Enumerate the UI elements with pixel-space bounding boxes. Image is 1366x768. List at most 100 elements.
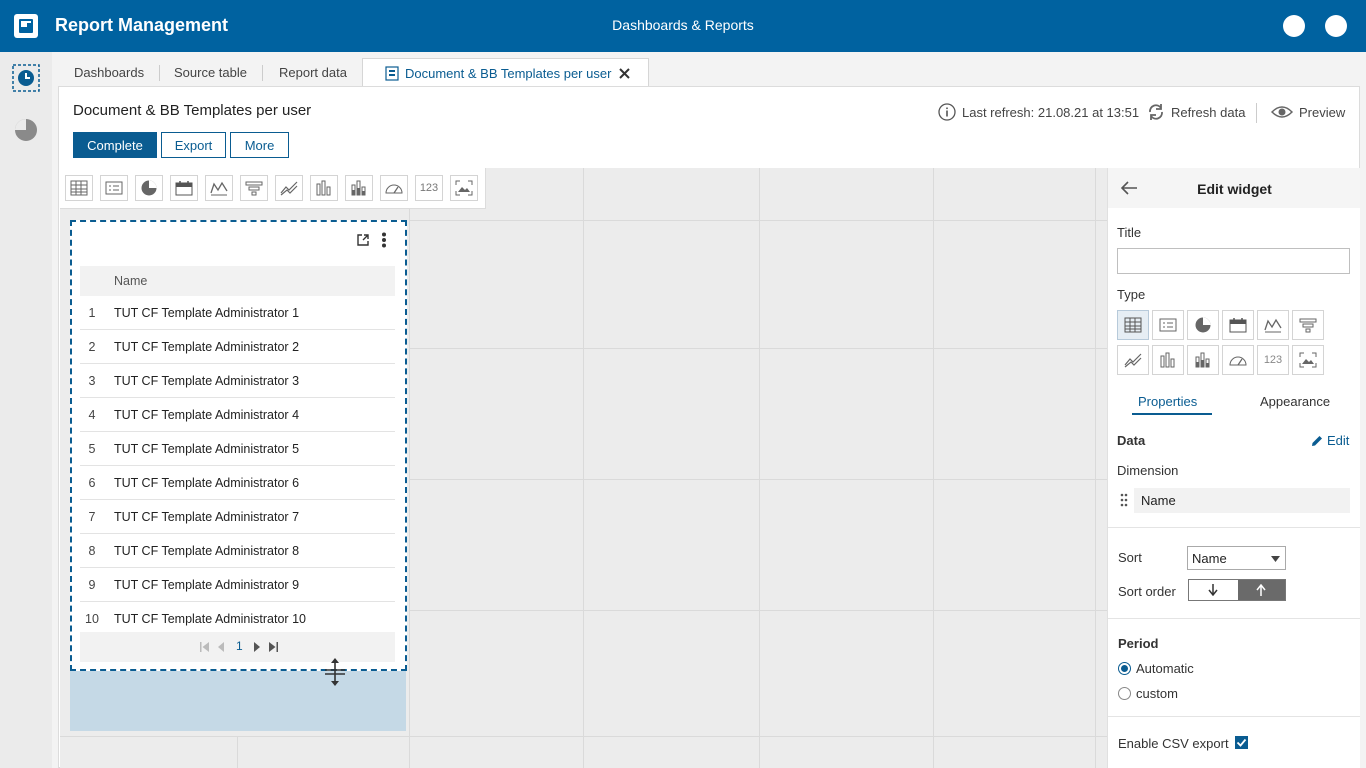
gauge-widget-icon[interactable] <box>380 175 408 201</box>
nav-dashboards[interactable] <box>0 52 52 104</box>
row-name: TUT CF Template Administrator 8 <box>114 544 300 558</box>
tab-document-templates[interactable]: Document & BB Templates per user <box>362 58 649 87</box>
type-number-icon[interactable]: 123 <box>1257 345 1289 375</box>
report-logo-icon <box>12 12 40 40</box>
csv-export-checkbox[interactable] <box>1235 736 1248 749</box>
period-custom-radio[interactable] <box>1118 687 1131 700</box>
type-stacked-bar-icon[interactable] <box>1187 345 1219 375</box>
sort-order-label: Sort order <box>1118 584 1176 599</box>
edit-data-link[interactable]: Edit <box>1311 433 1349 448</box>
table-row[interactable]: 1 TUT CF Template Administrator 1 <box>80 296 395 330</box>
funnel-widget-icon[interactable] <box>240 175 268 201</box>
nav-reports[interactable] <box>0 104 52 156</box>
prev-page-icon[interactable] <box>218 642 224 652</box>
calendar-widget-icon[interactable] <box>170 175 198 201</box>
row-name: TUT CF Template Administrator 7 <box>114 510 300 524</box>
last-page-icon[interactable] <box>269 642 278 652</box>
number-widget-icon[interactable]: 123 <box>415 175 443 201</box>
type-calendar-icon[interactable] <box>1222 310 1254 340</box>
column-header-name[interactable]: Name <box>114 274 147 288</box>
type-line-icon[interactable] <box>1117 345 1149 375</box>
period-label: Period <box>1118 636 1159 651</box>
dashboard-clock-icon <box>12 64 40 92</box>
row-name: TUT CF Template Administrator 6 <box>114 476 300 490</box>
user-avatar[interactable] <box>1283 15 1305 37</box>
list-widget-icon[interactable] <box>100 175 128 201</box>
export-button[interactable]: Export <box>161 132 226 158</box>
title-label: Title <box>1117 225 1142 240</box>
last-refresh-info: Last refresh: 21.08.21 at 13:51 <box>938 100 1139 124</box>
tab-dashboards[interactable]: Dashboards <box>74 58 144 86</box>
type-funnel-icon[interactable] <box>1292 310 1324 340</box>
table-row[interactable]: 2 TUT CF Template Administrator 2 <box>80 330 395 364</box>
sort-ascending-button[interactable] <box>1237 580 1285 600</box>
table-row[interactable]: 6 TUT CF Template Administrator 6 <box>80 466 395 500</box>
type-image-icon[interactable] <box>1292 345 1324 375</box>
type-table-icon[interactable] <box>1117 310 1149 340</box>
left-nav <box>0 52 52 768</box>
tab-bar: Dashboards Source table Report data Docu… <box>58 58 1360 87</box>
table-row[interactable]: 3 TUT CF Template Administrator 3 <box>80 364 395 398</box>
dashboard-canvas[interactable]: 123 Name 1 TUT CF Template Administrator … <box>60 168 1107 768</box>
table-row[interactable]: 5 TUT CF Template Administrator 5 <box>80 432 395 466</box>
tab-source-table[interactable]: Source table <box>174 58 247 86</box>
row-number: 3 <box>88 374 96 388</box>
sort-select[interactable]: Name <box>1187 546 1286 570</box>
preview-label: Preview <box>1299 104 1346 120</box>
settings-avatar[interactable] <box>1325 15 1347 37</box>
dimension-chip[interactable]: Name <box>1134 488 1350 513</box>
data-label: Data <box>1117 433 1146 448</box>
bar-widget-icon[interactable] <box>310 175 338 201</box>
table-widget[interactable]: Name 1 TUT CF Template Administrator 1 2 T… <box>70 220 407 671</box>
preview-button[interactable]: Preview <box>1271 100 1345 124</box>
row-number: 10 <box>85 612 99 626</box>
period-custom-label: custom <box>1136 686 1178 701</box>
period-automatic-radio[interactable] <box>1118 662 1131 675</box>
row-number: 9 <box>88 578 96 592</box>
type-area-icon[interactable] <box>1257 310 1289 340</box>
type-gauge-icon[interactable] <box>1222 345 1254 375</box>
refresh-label: Refresh data <box>1171 104 1246 120</box>
sort-value: Name <box>1192 551 1227 566</box>
resize-handle-icon[interactable] <box>323 657 347 687</box>
table-pager: 1 <box>80 632 395 662</box>
area-widget-icon[interactable] <box>205 175 233 201</box>
type-pie-icon[interactable] <box>1187 310 1219 340</box>
tab-report-data[interactable]: Report data <box>279 58 347 86</box>
close-icon[interactable] <box>619 68 630 79</box>
sort-descending-button[interactable] <box>1189 580 1238 600</box>
complete-button[interactable]: Complete <box>73 132 157 158</box>
table-row[interactable]: 7 TUT CF Template Administrator 7 <box>80 500 395 534</box>
more-options-icon[interactable] <box>381 232 387 248</box>
type-bar-icon[interactable] <box>1152 345 1184 375</box>
table-row[interactable]: 8 TUT CF Template Administrator 8 <box>80 534 395 568</box>
refresh-data-button[interactable]: Refresh data <box>1147 100 1245 124</box>
tab-appearance[interactable]: Appearance <box>1260 394 1330 409</box>
first-page-icon[interactable] <box>200 642 209 652</box>
table-row[interactable]: 4 TUT CF Template Administrator 4 <box>80 398 395 432</box>
row-name: TUT CF Template Administrator 5 <box>114 442 300 456</box>
drag-handle-icon[interactable] <box>1120 493 1128 507</box>
next-page-icon[interactable] <box>254 642 260 652</box>
app-header: Report Management Dashboards & Reports <box>0 0 1366 52</box>
period-automatic-label: Automatic <box>1136 661 1194 676</box>
report-tab-icon <box>385 66 399 81</box>
table-widget-icon[interactable] <box>65 175 93 201</box>
page-title: Document & BB Templates per user <box>73 102 312 119</box>
app-title: Report Management <box>55 15 229 35</box>
table-row[interactable]: 10 TUT CF Template Administrator 10 <box>80 602 395 636</box>
table-row[interactable]: 9 TUT CF Template Administrator 9 <box>80 568 395 602</box>
image-widget-icon[interactable] <box>450 175 478 201</box>
pie-widget-icon[interactable] <box>135 175 163 201</box>
line-widget-icon[interactable] <box>275 175 303 201</box>
more-button[interactable]: More <box>230 132 289 158</box>
row-number: 5 <box>88 442 96 456</box>
tab-properties[interactable]: Properties <box>1138 394 1197 409</box>
type-list-icon[interactable] <box>1152 310 1184 340</box>
stacked-bar-widget-icon[interactable] <box>345 175 373 201</box>
dimension-value: Name <box>1141 493 1176 508</box>
title-input[interactable] <box>1117 248 1350 274</box>
open-external-icon[interactable] <box>356 233 370 247</box>
csv-export-label: Enable CSV export <box>1118 736 1229 751</box>
row-name: TUT CF Template Administrator 1 <box>114 306 300 320</box>
